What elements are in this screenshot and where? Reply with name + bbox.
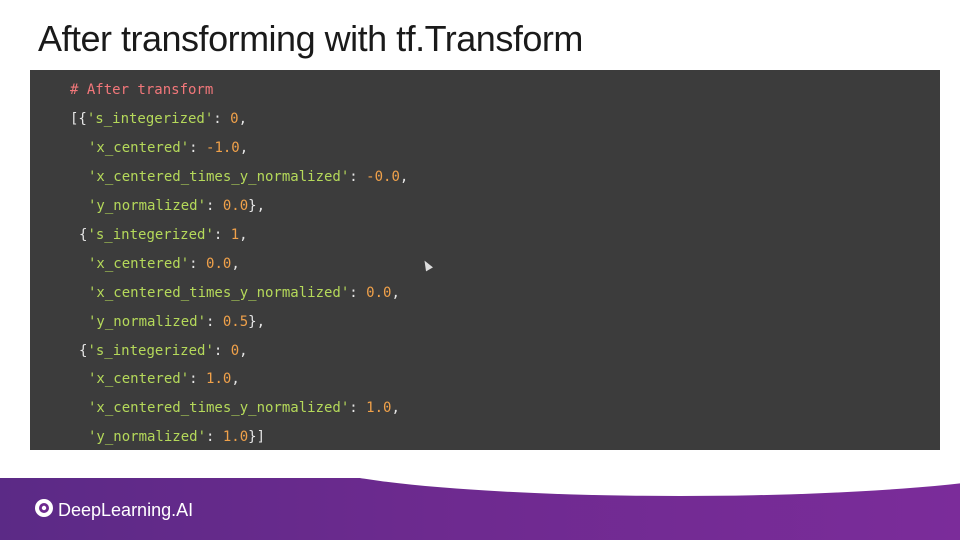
code-line: 'y_normalized': 1.0}] — [88, 429, 266, 445]
code-line: 'x_centered_times_y_normalized': -0.0, — [88, 169, 409, 185]
code-line: 'x_centered_times_y_normalized': 0.0, — [88, 285, 400, 301]
code-line: 'y_normalized': 0.0}, — [88, 198, 266, 214]
code-line: 'y_normalized': 0.5}, — [88, 314, 266, 330]
code-key: 'x_centered' — [88, 256, 190, 272]
code-line: [{'s_integerized': 0, — [70, 111, 248, 127]
code-value: 0.0 — [222, 198, 249, 214]
code-key: 's_integerized' — [87, 227, 214, 243]
code-value: 1.0 — [366, 400, 392, 416]
code-key: 's_integerized' — [87, 343, 214, 359]
code-key: 'x_centered' — [88, 371, 190, 387]
deeplearning-logo-icon — [34, 498, 54, 523]
code-line: {'s_integerized': 0, — [79, 343, 248, 359]
code-line: {'s_integerized': 1, — [79, 227, 248, 243]
code-line: 'x_centered': -1.0, — [88, 140, 249, 156]
code-comment: # After transform — [70, 82, 214, 98]
code-key: 'x_centered_times_y_normalized' — [88, 169, 350, 185]
code-line: 'x_centered_times_y_normalized': 1.0, — [88, 400, 400, 416]
slide-title: After transforming with tf.Transform — [38, 18, 583, 59]
code-key: 'y_normalized' — [88, 198, 207, 214]
footer-wave — [300, 478, 960, 496]
code-value: 0.0 — [366, 285, 392, 301]
brand-logo: DeepLearning.AI — [34, 498, 193, 523]
code-key: 'x_centered_times_y_normalized' — [88, 285, 350, 301]
code-key: 'y_normalized' — [88, 314, 207, 330]
code-line: 'x_centered': 0.0, — [88, 256, 240, 272]
brand-name: DeepLearning.AI — [58, 500, 194, 520]
code-value: 1.0 — [206, 371, 232, 387]
code-key: 's_integerized' — [86, 111, 214, 127]
code-value: 0.5 — [222, 314, 249, 330]
code-value: -0.0 — [366, 169, 400, 185]
code-key: 'y_normalized' — [88, 429, 207, 445]
code-key: 'x_centered' — [88, 140, 190, 156]
code-value: 0 — [230, 111, 239, 127]
code-value: -1.0 — [206, 140, 240, 156]
code-key: 'x_centered_times_y_normalized' — [88, 400, 350, 416]
code-line: 'x_centered': 1.0, — [88, 371, 240, 387]
code-value: 1 — [230, 227, 240, 243]
code-value: 0.0 — [206, 256, 232, 272]
code-value: 1.0 — [222, 429, 249, 445]
code-value: 0 — [230, 343, 240, 359]
code-panel: # After transform [{'s_integerized': 0, … — [30, 70, 940, 450]
